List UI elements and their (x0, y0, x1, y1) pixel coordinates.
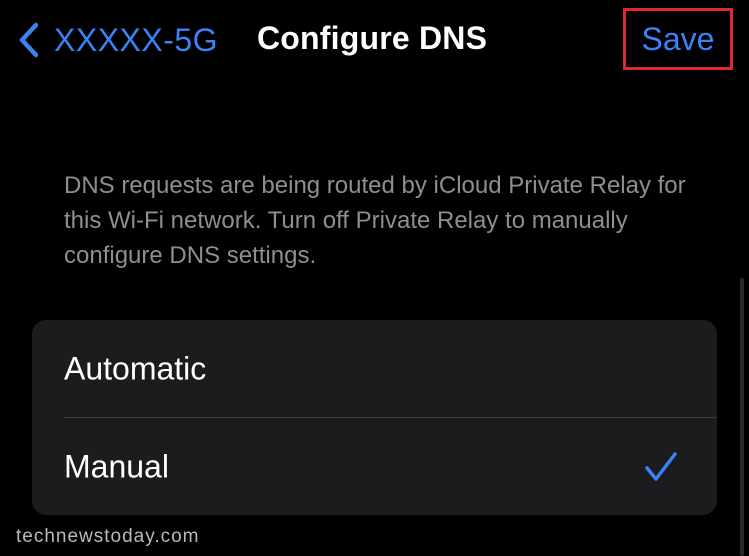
chevron-left-icon (19, 22, 39, 58)
page-title: Configure DNS (257, 20, 488, 56)
checkmark-icon (645, 451, 677, 481)
save-button[interactable]: Save (623, 8, 733, 70)
option-manual[interactable]: Manual (32, 418, 717, 515)
back-button[interactable]: XXXXX-5G (14, 16, 218, 64)
option-label: Automatic (64, 350, 207, 386)
back-label: XXXXX-5G (54, 21, 219, 58)
watermark: technewstoday.com (16, 526, 200, 547)
scrollbar[interactable] (740, 278, 744, 556)
dns-mode-options: Automatic Manual (32, 320, 717, 515)
option-label: Manual (64, 448, 169, 484)
navigation-bar: XXXXX-5G Configure DNS Save (0, 0, 749, 80)
option-automatic[interactable]: Automatic (32, 320, 717, 417)
private-relay-info-text: DNS requests are being routed by iCloud … (64, 172, 686, 269)
save-label: Save (641, 20, 715, 57)
